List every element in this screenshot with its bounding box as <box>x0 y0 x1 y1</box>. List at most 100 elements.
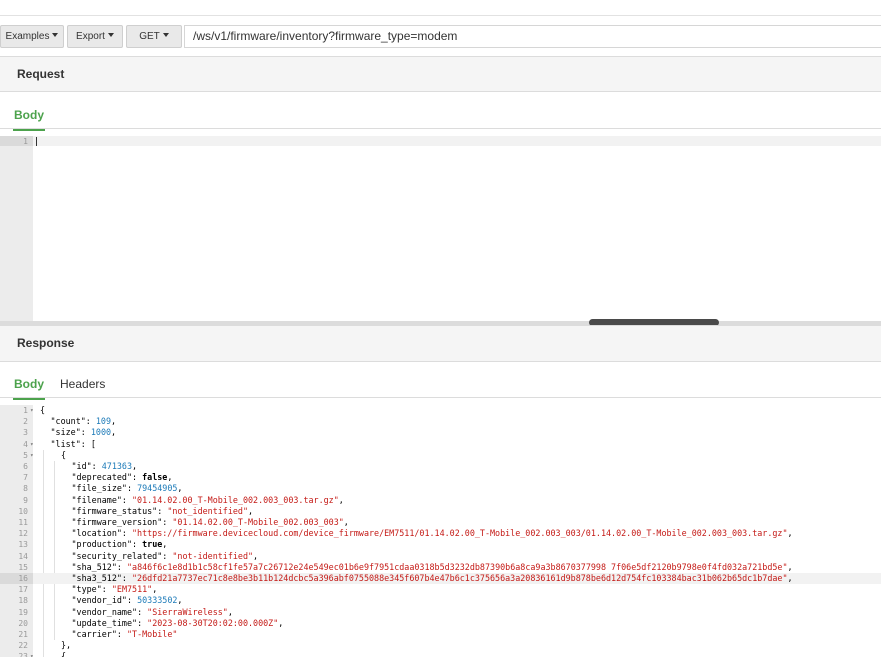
json-key: "firmware_version" <box>71 517 163 527</box>
json-punctuation: : <box>132 472 143 483</box>
json-punctuation: }, <box>61 640 72 651</box>
json-punctuation: : <box>85 416 96 427</box>
json-boolean: true <box>142 539 163 550</box>
json-number: 109 <box>95 416 112 427</box>
response-title: Response <box>17 336 75 350</box>
json-punctuation: , <box>338 494 344 505</box>
line-number: 10 <box>18 506 28 516</box>
examples-dropdown-button[interactable]: Examples <box>0 25 64 48</box>
json-punctuation: : <box>126 483 138 494</box>
json-punctuation: : <box>157 505 168 516</box>
method-dropdown-button[interactable]: GET <box>126 25 182 48</box>
json-key: "count" <box>50 416 86 427</box>
json-number: 79454905 <box>137 483 178 494</box>
json-punctuation: : <box>116 629 127 639</box>
json-punctuation: , <box>248 505 254 516</box>
json-punctuation: , <box>787 561 793 572</box>
code-line: "id": 471363, <box>72 461 138 472</box>
json-punctuation: { <box>61 449 67 460</box>
json-key: "file_size" <box>71 483 127 494</box>
fold-toggle-icon[interactable]: ▾ <box>30 450 34 461</box>
json-punctuation: , <box>111 427 117 438</box>
line-number: 16 <box>18 574 28 583</box>
json-string: "T-Mobile" <box>126 629 178 639</box>
indent-guide <box>53 461 55 641</box>
json-string: "2023-08-30T20:02:00.000Z" <box>147 617 279 628</box>
top-bar <box>0 0 881 16</box>
code-line: "list": [ <box>51 439 96 450</box>
request-title: Request <box>17 67 65 81</box>
json-key: "vendor_id" <box>71 595 127 606</box>
request-tab-body[interactable]: Body <box>13 108 45 131</box>
line-number: 13 <box>18 540 28 550</box>
json-key: "size" <box>50 427 81 438</box>
code-line: "file_size": 79454905, <box>72 483 183 494</box>
code-line: "count": 109, <box>51 416 117 427</box>
code-line: "sha3_512": "26dfd21a7737ec71c8e8be3b11b… <box>72 573 793 584</box>
code-line: "vendor_id": 50333502, <box>72 595 183 606</box>
request-line-number: 1 <box>23 137 28 146</box>
caret-down-icon <box>162 33 169 38</box>
code-line: "location": "https://firmware.deviceclou… <box>72 528 793 539</box>
method-label: GET <box>139 31 160 42</box>
json-punctuation: , <box>787 528 793 539</box>
json-punctuation: : <box>162 550 173 561</box>
json-punctuation: : <box>91 461 102 471</box>
json-number: 50333502 <box>137 595 178 606</box>
line-number: 5 <box>23 450 28 460</box>
json-key: "production" <box>71 539 133 550</box>
json-punctuation: : <box>162 517 173 527</box>
url-input[interactable]: /ws/v1/firmware/inventory?firmware_type=… <box>184 25 881 48</box>
request-gutter <box>0 136 33 321</box>
json-punctuation: , <box>227 606 233 617</box>
json-key: "list" <box>50 438 81 449</box>
fold-toggle-icon[interactable]: ▾ <box>30 651 34 657</box>
json-string: "26dfd21a7737ec71c8e8be3b11b124dcbc5a396… <box>132 573 788 583</box>
code-line: "size": 1000, <box>51 427 117 438</box>
request-panel-header: Request <box>0 56 881 92</box>
export-dropdown-button[interactable]: Export <box>67 25 123 48</box>
line-number: 19 <box>18 607 28 617</box>
json-string: "not_identified" <box>167 505 248 516</box>
json-key: "update_time" <box>71 617 138 628</box>
line-number: 14 <box>18 551 28 561</box>
line-number: 2 <box>23 417 28 427</box>
json-punctuation: , <box>111 416 117 427</box>
json-string: "a846f6c1e8d1b1c58cf1fe57a7c26712e24e549… <box>126 561 788 572</box>
json-punctuation: : <box>137 617 148 628</box>
json-punctuation: , <box>177 595 183 606</box>
json-key: "type" <box>71 584 102 595</box>
request-active-line <box>33 136 881 146</box>
json-key: "id" <box>71 461 92 471</box>
line-number: 12 <box>18 529 28 539</box>
examples-label: Examples <box>5 31 50 42</box>
toolbar: Examples Export GET /ws/v1/firmware/inve… <box>0 25 881 49</box>
json-string: "not-identified" <box>172 550 254 561</box>
json-punctuation: , <box>177 483 183 494</box>
json-punctuation: , <box>278 617 284 628</box>
code-line: "sha_512": "a846f6c1e8d1b1c58cf1fe57a7c2… <box>72 562 793 573</box>
line-number: 3 <box>23 428 28 438</box>
json-number: 471363 <box>101 461 133 471</box>
line-number: 15 <box>18 562 28 572</box>
json-punctuation: : <box>116 561 127 572</box>
code-line: "vendor_name": "SierraWireless", <box>72 607 233 618</box>
code-line: "carrier": "T-Mobile" <box>72 629 178 640</box>
response-panel-header: Response <box>0 325 881 362</box>
fold-toggle-icon[interactable]: ▾ <box>30 405 34 416</box>
json-punctuation: : <box>121 494 133 505</box>
json-punctuation: : <box>80 427 91 438</box>
request-body-editor[interactable]: 1 <box>0 136 881 321</box>
code-line: "security_related": "not-identified", <box>72 551 259 562</box>
fold-toggle-icon[interactable]: ▾ <box>30 439 34 450</box>
response-tab-headers[interactable]: Headers <box>60 377 105 391</box>
json-punctuation: : <box>121 573 133 583</box>
response-tab-body[interactable]: Body <box>13 377 45 400</box>
json-punctuation: , <box>167 472 173 483</box>
response-body-editor[interactable]: 1 ▾{2 "count": 109, 3 "size": 1000, 4 ▾ "list":… <box>0 405 881 657</box>
json-punctuation: : <box>121 528 133 539</box>
json-key: "carrier" <box>71 629 117 639</box>
json-string: "SierraWireless" <box>147 606 228 617</box>
caret-down-icon <box>107 33 114 38</box>
response-tabs: Body Headers <box>0 369 881 400</box>
